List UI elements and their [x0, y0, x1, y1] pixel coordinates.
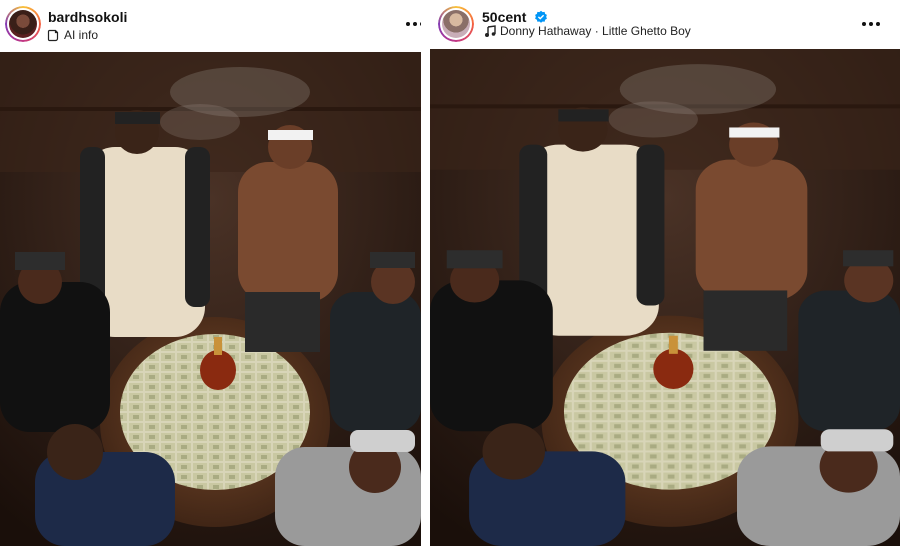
post-photo[interactable]: [430, 49, 900, 546]
audio-track-text: Donny Hathaway · Little Ghetto Boy: [500, 24, 691, 38]
avatar[interactable]: [5, 6, 41, 42]
ai-info-label[interactable]: AI info: [47, 28, 98, 42]
post-header: 50cent Donny Hathaway · Little Ghetto Bo…: [430, 0, 900, 52]
photo-scene: [0, 52, 421, 546]
music-note-icon: [485, 24, 496, 37]
verified-badge-icon: [535, 10, 548, 23]
audio-track-label[interactable]: Donny Hathaway · Little Ghetto Boy: [484, 24, 691, 38]
post-photo[interactable]: [0, 52, 421, 546]
avatar[interactable]: [438, 6, 474, 42]
username[interactable]: 50cent: [482, 9, 548, 25]
post-card-left: bardhsokoli AI info: [0, 0, 424, 546]
post-header: bardhsokoli AI info: [0, 0, 424, 52]
username-text: 50cent: [482, 9, 527, 25]
ai-info-icon: [47, 29, 59, 41]
username[interactable]: bardhsokoli: [48, 9, 127, 25]
photo-scene: [430, 49, 900, 546]
column-divider: [421, 0, 430, 546]
more-options-button[interactable]: [860, 16, 882, 26]
profile-picture: [9, 10, 37, 38]
ai-info-text: AI info: [64, 28, 99, 42]
profile-picture: [442, 10, 470, 38]
more-horizontal-icon: [862, 22, 880, 26]
post-card-right: 50cent Donny Hathaway · Little Ghetto Bo…: [430, 0, 900, 546]
